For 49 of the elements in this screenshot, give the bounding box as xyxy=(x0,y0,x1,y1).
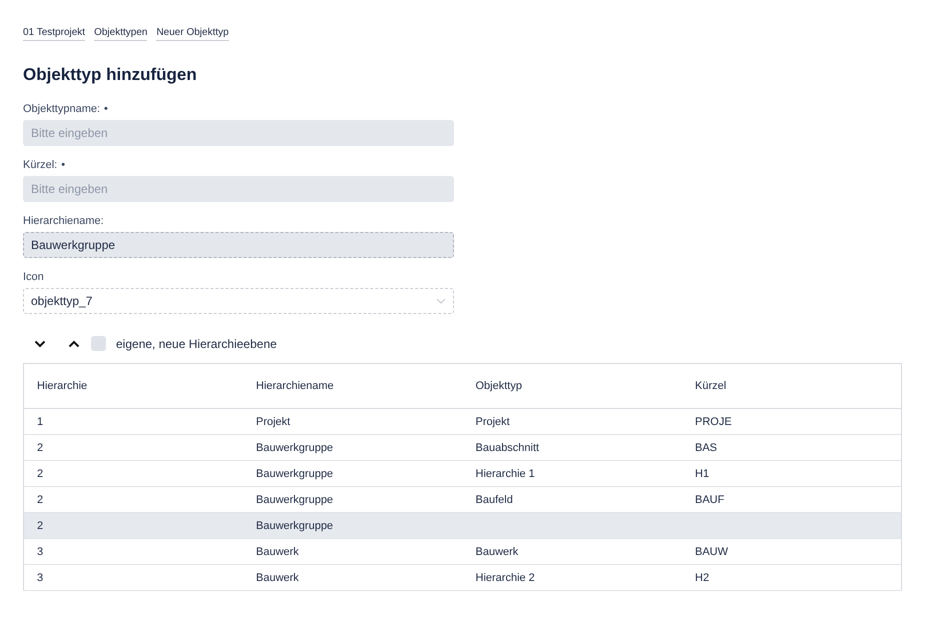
field-label: Kürzel: xyxy=(23,159,58,171)
table-cell: Hierarchie 1 xyxy=(462,460,682,486)
input-field[interactable]: Bauwerkgruppe xyxy=(23,232,454,258)
table-cell: Bauwerkgruppe xyxy=(243,434,462,460)
table-cell: Bauabschnitt xyxy=(462,434,682,460)
table-cell: Bauwerk xyxy=(462,538,682,564)
table-cell: H2 xyxy=(682,564,902,590)
table-cell: 3 xyxy=(24,538,243,564)
field-label: Objekttypname: xyxy=(23,103,100,115)
table-cell: 3 xyxy=(24,564,243,590)
field-label: Hierarchiename: xyxy=(23,215,104,227)
table-cell: BAS xyxy=(682,434,902,460)
table-cell: Bauwerkgruppe xyxy=(243,460,462,486)
table-cell: 2 xyxy=(24,434,243,460)
breadcrumb-link[interactable]: 01 Testprojekt xyxy=(23,27,86,41)
table-cell: Projekt xyxy=(462,408,682,434)
table-row[interactable]: 3 Bauwerk Hierarchie 2 H2 xyxy=(24,564,902,590)
table-cell: Bauwerk xyxy=(243,538,462,564)
table-cell: Bauwerkgruppe xyxy=(243,512,462,538)
column-header: Kürzel xyxy=(682,364,902,408)
table-cell: H1 xyxy=(682,460,902,486)
field-label: Icon xyxy=(23,271,44,283)
table-row[interactable]: 1 Projekt Projekt PROJE xyxy=(24,408,902,434)
table-cell: Bauwerk xyxy=(243,564,462,590)
selected-row[interactable]: 2 Bauwerkgruppe xyxy=(24,512,902,538)
input-field[interactable]: Bitte eingeben xyxy=(23,120,454,146)
table-cell: Hierarchie 2 xyxy=(462,564,682,590)
breadcrumb-link[interactable]: Objekttypen xyxy=(94,27,148,41)
input-field[interactable]: Bitte eingeben xyxy=(23,176,454,202)
table-cell: Projekt xyxy=(243,408,462,434)
required-mark: • xyxy=(104,103,108,115)
column-header: Objekttyp xyxy=(462,364,682,408)
table-row[interactable]: 3 Bauwerk Bauwerk BAUW xyxy=(24,538,902,564)
icon-dropdown[interactable]: objekttyp_7 xyxy=(23,288,454,314)
required-mark: • xyxy=(61,159,66,171)
page-title: Objekttyp hinzufügen xyxy=(23,65,198,85)
table-cell: PROJE xyxy=(682,408,902,434)
table-cell: 1 xyxy=(24,408,243,434)
table-row[interactable]: 2 Bauwerkgruppe Hierarchie 1 H1 xyxy=(24,460,902,486)
table-cell: 2 xyxy=(24,512,243,538)
checkbox-label: eigene, neue Hierarchieebene xyxy=(116,336,277,350)
chevron-down-icon xyxy=(436,298,446,304)
table-cell: BAUW xyxy=(682,538,902,564)
column-header: Hierarchie xyxy=(24,364,243,408)
breadcrumb-link[interactable]: Neuer Objekttyp xyxy=(156,27,229,41)
checkbox[interactable] xyxy=(91,336,106,351)
table-row[interactable]: 2 Bauwerkgruppe Bauabschnitt BAS xyxy=(24,434,902,460)
column-header: Hierarchiename xyxy=(243,364,462,408)
table-cell: 2 xyxy=(24,460,243,486)
